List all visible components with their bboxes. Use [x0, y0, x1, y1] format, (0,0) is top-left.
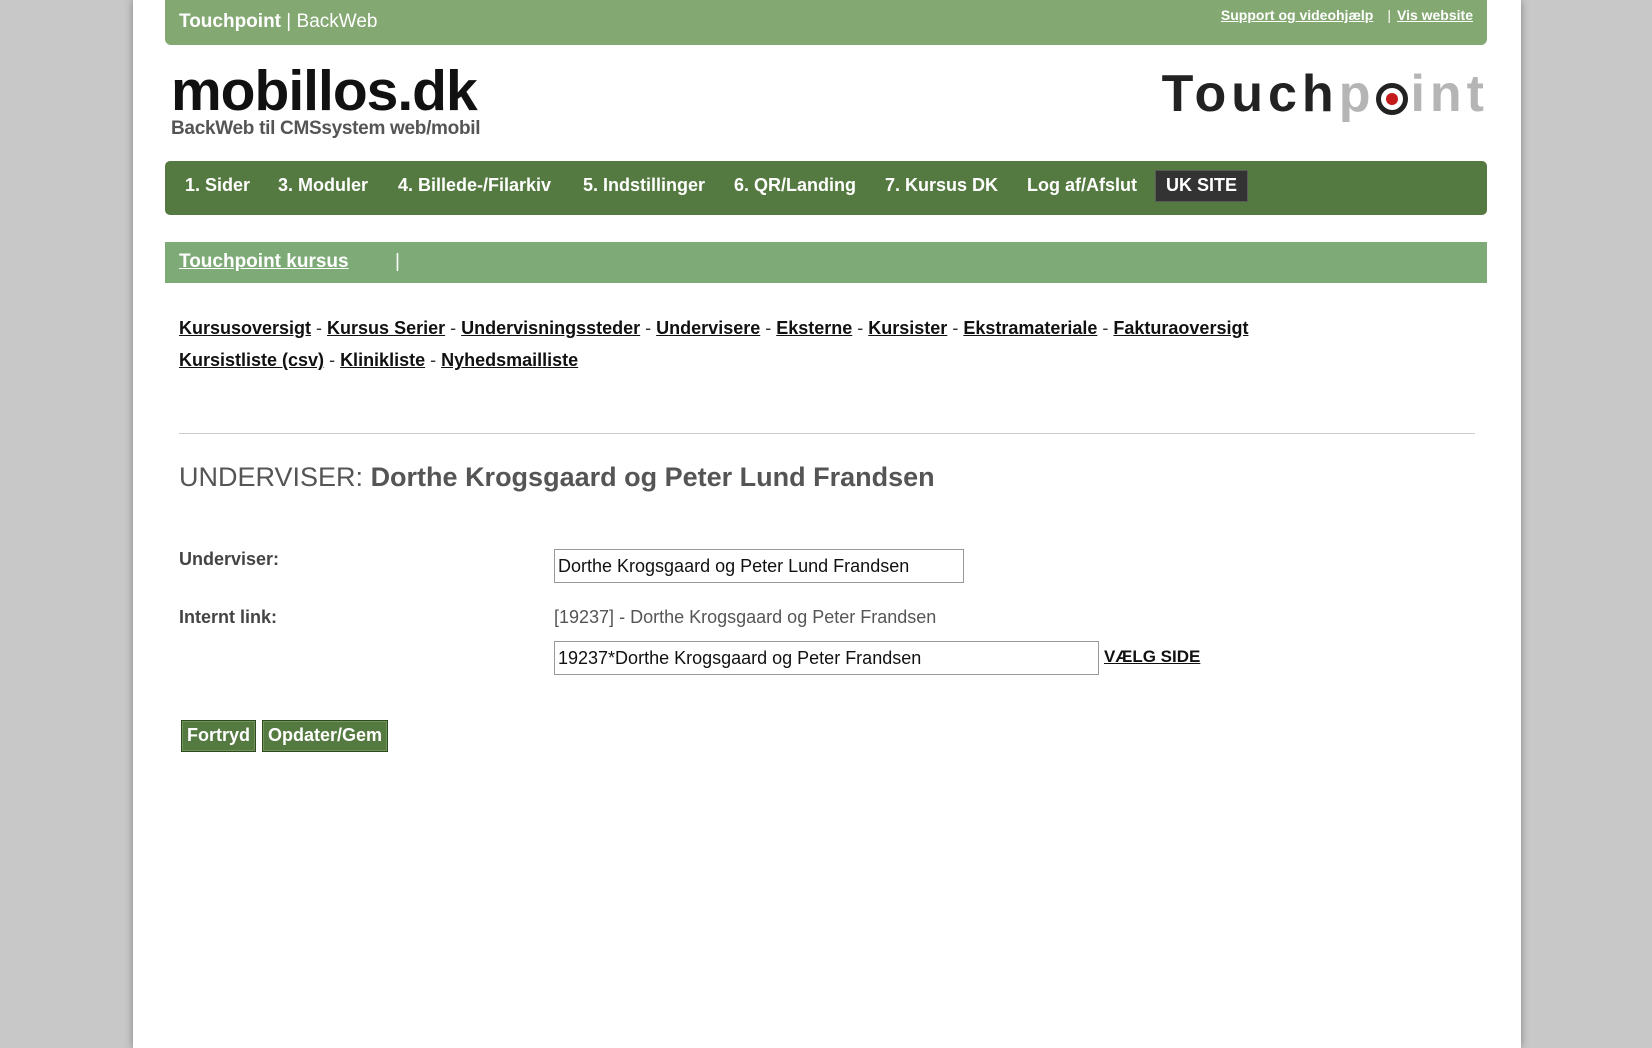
- save-button[interactable]: Opdater/Gem: [262, 720, 389, 752]
- top-links-separator: |: [1387, 7, 1391, 23]
- course-links-row-1: Kursusoversigt - Kursus Serier - Undervisnin…: [179, 312, 1379, 344]
- page-container: Touchpoint | BackWeb Support og videohjæ…: [133, 0, 1521, 1048]
- internt-link-id: [19237]: [554, 607, 615, 627]
- vis-website-link[interactable]: Vis website: [1397, 7, 1473, 23]
- underviser-input[interactable]: [554, 549, 964, 583]
- brand-touchpoint: Touchpoint: [179, 11, 282, 32]
- mobillos-tagline: BackWeb til CMSsystem web/mobil: [171, 118, 481, 139]
- vaelg-side-link[interactable]: VÆLG SIDE: [1104, 647, 1200, 667]
- brand-backweb: BackWeb: [296, 11, 378, 32]
- link-separator: -: [857, 318, 864, 338]
- link-kursister[interactable]: Kursister: [868, 318, 947, 338]
- link-klinikliste[interactable]: Klinikliste: [340, 350, 425, 370]
- nav-moduler[interactable]: 3. Moduler: [278, 175, 368, 196]
- nav-log-af[interactable]: Log af/Afslut: [1027, 175, 1137, 196]
- page-title: UNDERVISER: Dorthe Krogsgaard og Peter L…: [179, 462, 935, 493]
- page-title-prefix: UNDERVISER:: [179, 462, 364, 492]
- underviser-label: Underviser:: [179, 549, 280, 569]
- link-separator: -: [430, 350, 437, 370]
- link-ekstramateriale[interactable]: Ekstramateriale: [963, 318, 1097, 338]
- touchpoint-logo-touch: Touch: [1161, 65, 1339, 123]
- nav-kursus-dk[interactable]: 7. Kursus DK: [885, 175, 998, 196]
- link-kursusoversigt[interactable]: Kursusoversigt: [179, 318, 311, 338]
- touchpoint-logo-dot-icon: [1376, 81, 1409, 115]
- link-nyhedsmailliste[interactable]: Nyhedsmailliste: [441, 350, 578, 370]
- internt-link-input[interactable]: [554, 641, 1099, 675]
- link-separator: -: [316, 318, 323, 338]
- nav-qr-landing[interactable]: 6. QR/Landing: [734, 175, 856, 196]
- link-fakturaoversigt[interactable]: Fakturaoversigt: [1113, 318, 1248, 338]
- section-bar: Touchpoint kursus |: [165, 242, 1487, 283]
- link-separator: -: [765, 318, 772, 338]
- mobillos-logo: mobillos.dk BackWeb til CMSsystem web/mo…: [171, 59, 481, 140]
- touchpoint-logo-p: p: [1338, 65, 1376, 123]
- touchpoint-logo-int: int: [1410, 65, 1489, 123]
- page-title-name: Dorthe Krogsgaard og Peter Lund Frandsen: [370, 462, 935, 492]
- link-kursus-serier[interactable]: Kursus Serier: [327, 318, 445, 338]
- brand-separator: |: [281, 11, 297, 32]
- section-title-link[interactable]: Touchpoint kursus: [179, 251, 349, 273]
- uk-site-button[interactable]: UK SITE: [1155, 170, 1249, 202]
- nav-billede-filarkiv[interactable]: 4. Billede-/Filarkiv: [398, 175, 551, 196]
- section-divider: [179, 433, 1475, 434]
- internt-link-info: [19237] - Dorthe Krogsgaard og Peter Fra…: [554, 607, 936, 628]
- section-separator: |: [395, 251, 400, 272]
- touchpoint-logo: Touchp int: [1162, 64, 1489, 124]
- link-separator: -: [645, 318, 652, 338]
- link-undervisningssteder[interactable]: Undervisningssteder: [461, 318, 640, 338]
- link-separator: -: [952, 318, 959, 338]
- top-bar: Touchpoint | BackWeb Support og videohjæ…: [165, 0, 1487, 45]
- link-eksterne[interactable]: Eksterne: [776, 318, 852, 338]
- top-links: Support og videohjælp | Vis website: [1221, 7, 1473, 23]
- link-separator: -: [450, 318, 457, 338]
- course-links-row-2: Kursistliste (csv) - Klinikliste - Nyhedsmai…: [179, 344, 1379, 376]
- cancel-button[interactable]: Fortryd: [181, 720, 256, 752]
- internt-link-name: Dorthe Krogsgaard og Peter Frandsen: [630, 607, 937, 627]
- nav-sider[interactable]: 1. Sider: [185, 175, 250, 196]
- internt-link-label: Internt link:: [179, 607, 277, 627]
- link-kursistliste-csv[interactable]: Kursistliste (csv): [179, 350, 324, 370]
- link-undervisere[interactable]: Undervisere: [656, 318, 760, 338]
- link-separator: -: [1102, 318, 1109, 338]
- support-link[interactable]: Support og videohjælp: [1221, 7, 1373, 23]
- nav-indstillinger[interactable]: 5. Indstillinger: [583, 175, 705, 196]
- internt-link-separator: -: [619, 607, 626, 627]
- course-links: Kursusoversigt - Kursus Serier - Undervisnin…: [179, 312, 1379, 376]
- mobillos-logo-text: mobillos.dk: [171, 59, 478, 123]
- app-brand: Touchpoint | BackWeb: [179, 11, 377, 33]
- main-nav: 1. Sider 3. Moduler 4. Billede-/Filarkiv…: [165, 161, 1487, 215]
- link-separator: -: [329, 350, 336, 370]
